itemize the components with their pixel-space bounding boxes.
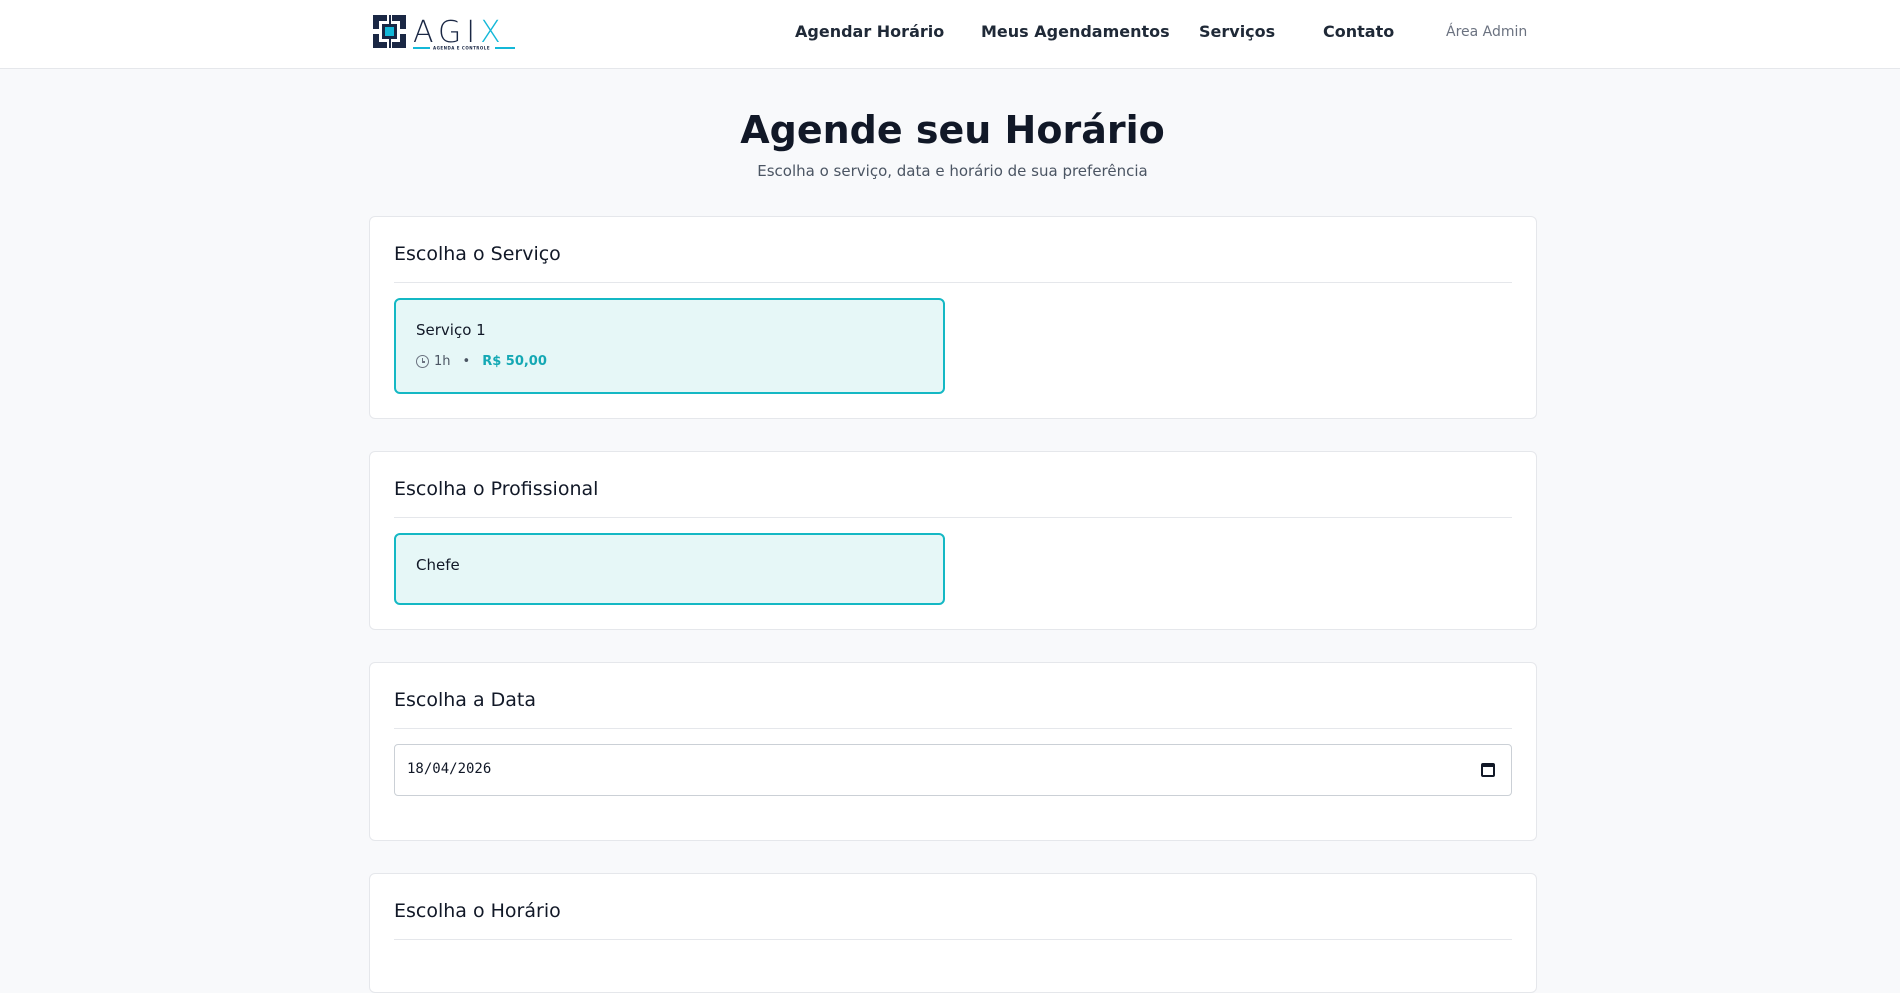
service-option-selected[interactable]: Serviço 1 1h • R$ 50,00 [394, 298, 945, 394]
main-nav: Agendar Horário Meus Agendamentos Serviç… [0, 0, 1900, 68]
navbar: AGIX AGENDA E CONTROLE Agendar Horário M… [0, 0, 1900, 69]
date-section: Escolha a Data 18/04/2026 [369, 662, 1537, 841]
divider [394, 728, 1512, 729]
nav-meus-agendamentos[interactable]: Meus Agendamentos [981, 22, 1170, 41]
time-section-title: Escolha o Horário [394, 900, 561, 922]
time-section: Escolha o Horário [369, 873, 1537, 993]
page-subtitle: Escolha o serviço, data e horário de sua… [757, 162, 1148, 180]
nav-servicos[interactable]: Serviços [1199, 22, 1275, 41]
date-input[interactable]: 18/04/2026 [394, 744, 1512, 796]
divider [394, 517, 1512, 518]
nav-agendar-horario[interactable]: Agendar Horário [795, 22, 944, 41]
divider [394, 282, 1512, 283]
service-meta: 1h • R$ 50,00 [416, 354, 547, 369]
calendar-icon[interactable] [1481, 763, 1495, 777]
service-duration: 1h [434, 354, 451, 369]
nav-area-admin[interactable]: Área Admin [1446, 24, 1527, 40]
service-name: Serviço 1 [416, 321, 486, 339]
professional-name: Chefe [416, 556, 460, 574]
date-section-title: Escolha a Data [394, 689, 537, 711]
professional-option-selected[interactable]: Chefe [394, 533, 945, 605]
service-section: Escolha o Serviço Serviço 1 1h • R$ 50,0… [369, 216, 1537, 419]
date-value: 18/04/2026 [407, 761, 492, 777]
page-title: Agende seu Horário [740, 108, 1165, 152]
clock-icon [416, 355, 429, 368]
divider [394, 939, 1512, 940]
professional-section-title: Escolha o Profissional [394, 478, 599, 500]
meta-separator: • [462, 354, 471, 369]
nav-contato[interactable]: Contato [1323, 22, 1394, 41]
professional-section: Escolha o Profissional Chefe [369, 451, 1537, 630]
service-price: R$ 50,00 [482, 354, 547, 369]
service-section-title: Escolha o Serviço [394, 243, 561, 265]
